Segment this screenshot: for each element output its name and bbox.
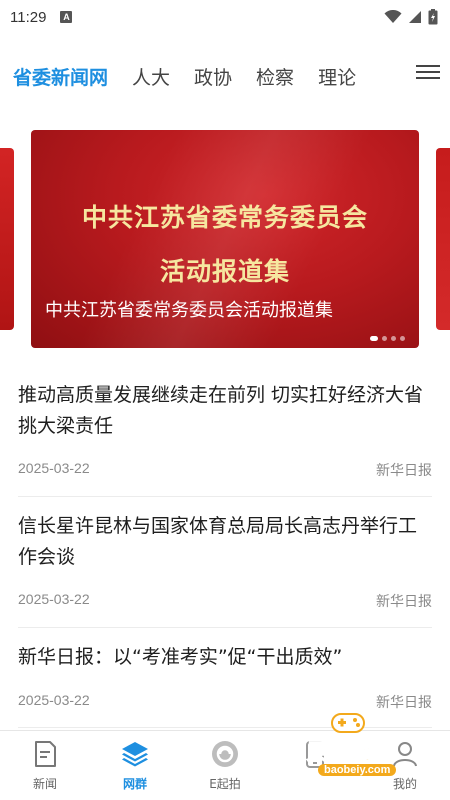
tab-mine[interactable]: 我的 xyxy=(360,731,450,800)
news-item[interactable]: 信长星许昆林与国家体育总局局长高志丹举行工作会谈 2025-03-22 新华日报 xyxy=(18,511,432,628)
carousel-dot-1 xyxy=(370,336,378,341)
status-time: 11:29 xyxy=(10,8,47,26)
camera-lens-icon xyxy=(212,741,238,767)
tab-zheng-xie[interactable]: 政协 xyxy=(194,63,232,90)
previous-slide-peek[interactable] xyxy=(0,148,14,330)
news-item[interactable]: 推动高质量发展继续走在前列 切实扛好经济大省挑大梁责任 2025-03-22 新… xyxy=(18,380,432,497)
signal-icon xyxy=(409,11,421,23)
tab-label: 我的 xyxy=(392,777,417,791)
news-source: 新华日报 xyxy=(376,463,432,479)
carousel-dot-3 xyxy=(391,336,396,341)
news-meta: 2025-03-22 新华日报 xyxy=(18,692,432,712)
tab-ren-da[interactable]: 人大 xyxy=(132,63,170,90)
bottom-tab-bar: 新闻 网群 E起拍 我的 xyxy=(0,730,450,800)
tab-label: 网群 xyxy=(122,777,147,791)
news-date: 2025-03-22 xyxy=(18,460,90,476)
top-nav: 省委新闻网 人大 政协 检察 理论 xyxy=(0,54,450,98)
tab-label: 新闻 xyxy=(32,777,57,791)
layers-icon xyxy=(122,742,148,767)
document-icon xyxy=(35,741,56,767)
tab-wangqun[interactable]: 网群 xyxy=(90,731,180,800)
tab-phone[interactable] xyxy=(270,731,360,800)
wifi-icon xyxy=(384,10,402,23)
tab-news[interactable]: 新闻 xyxy=(0,731,90,800)
news-title: 新华日报：以“考准考实”促“干出质效” xyxy=(18,646,343,668)
next-slide-peek[interactable] xyxy=(436,148,450,330)
news-date: 2025-03-22 xyxy=(18,692,90,708)
tab-jian-cha[interactable]: 检察 xyxy=(256,63,294,90)
battery-icon xyxy=(428,9,438,25)
news-source: 新华日报 xyxy=(376,594,432,610)
status-bar: 11:29 A xyxy=(0,0,450,34)
news-item[interactable]: 新华日报：以“考准考实”促“干出质效” 2025-03-22 新华日报 xyxy=(18,642,432,728)
banner-caption: 中共江苏省委常务委员会活动报道集 xyxy=(45,300,333,321)
tab-li-lun[interactable]: 理论 xyxy=(318,63,356,90)
phone-icon xyxy=(306,741,324,768)
banner-slide[interactable]: 中共江苏省委常务委员会 活动报道集 中共江苏省委常务委员会活动报道集 xyxy=(31,130,419,348)
user-icon xyxy=(393,742,417,767)
tab-e-qipai[interactable]: E起拍 xyxy=(180,731,270,800)
banner-headline-line2: 活动报道集 xyxy=(159,257,290,286)
banner-carousel[interactable]: 中共江苏省委常务委员会 活动报道集 中共江苏省委常务委员会活动报道集 xyxy=(0,128,450,350)
status-indicators xyxy=(384,9,438,25)
news-meta: 2025-03-22 新华日报 xyxy=(18,591,432,611)
news-title: 信长星许昆林与国家体育总局局长高志丹举行工作会谈 xyxy=(18,515,418,568)
carousel-dot-2 xyxy=(382,336,387,341)
tab-sheng-wei-xin-wen-wang[interactable]: 省委新闻网 xyxy=(13,63,108,90)
carousel-dot-4 xyxy=(400,336,405,341)
news-date: 2025-03-22 xyxy=(18,591,90,607)
news-title: 推动高质量发展继续走在前列 切实扛好经济大省挑大梁责任 xyxy=(18,384,424,437)
carousel-indicator xyxy=(370,336,405,341)
notification-icon: A xyxy=(60,11,73,23)
hamburger-menu-icon[interactable] xyxy=(416,61,440,85)
tab-label: E起拍 xyxy=(209,777,241,791)
news-source: 新华日报 xyxy=(376,695,432,711)
banner-headline-line1: 中共江苏省委常务委员会 xyxy=(81,203,368,232)
news-meta: 2025-03-22 新华日报 xyxy=(18,460,432,480)
